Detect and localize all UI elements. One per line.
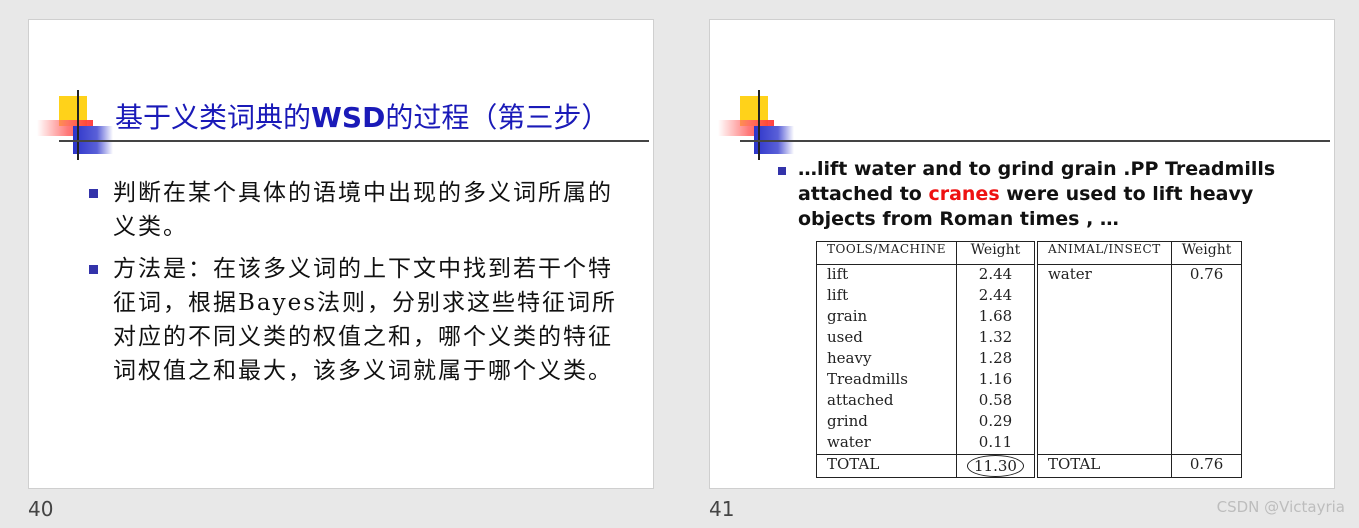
table-cell: 2.44 [956,286,1036,307]
col-header: Weight [956,241,1036,265]
table-cell [1170,412,1242,433]
page-number: 41 [709,497,735,521]
table-cell [1033,370,1172,391]
table-total-row: TOTAL 11.30 TOTAL 0.76 [816,454,1242,478]
table-cell [1033,307,1172,328]
weights-table: TOOLS/MACHINE Weight ANIMAL/INSECT Weigh… [816,241,1243,478]
table-row: grain 1.68 [817,307,1242,328]
table-header-row: TOOLS/MACHINE Weight ANIMAL/INSECT Weigh… [816,241,1242,265]
table-cell: water [1033,264,1172,286]
table-row: Treadmills 1.16 [817,370,1242,391]
table-cell [1033,391,1172,412]
col-header: ANIMAL/INSECT [1033,241,1172,265]
example-sentence: …lift water and to grind grain .PP Tread… [778,157,1318,232]
table-cell: attached [827,391,894,409]
table-cell: Treadmills [827,370,908,388]
table-cell [1033,349,1172,370]
table-cell: heavy [827,349,872,367]
table-cell: grind [827,412,868,430]
table-cell [1033,286,1172,307]
table-cell: 0.76 [1170,264,1242,286]
bullet-square-icon [778,167,786,175]
total-label: TOTAL [816,454,957,478]
total-value: 11.30 [956,454,1036,478]
table-cell: 0.11 [956,433,1036,455]
table-row: water 0.11 [817,433,1242,455]
bullet-item: 方法是：在该多义词的上下文中找到若干个特征词，根据Bayes法则，分别求这些特征… [89,252,629,388]
table-row: attached 0.58 [817,391,1242,412]
title-prefix: 基于义类词典的 [115,101,312,134]
bullet-list: 判断在某个具体的语境中出现的多义词所属的义类。 方法是：在该多义词的上下文中找到… [89,176,629,396]
col-header: TOOLS/MACHINE [816,241,957,265]
table-cell [1170,286,1242,307]
table-body: lift 2.44 water 0.76 lift 2.44 grain 1.68 used 1.… [817,264,1242,455]
table-cell [1170,391,1242,412]
bullet-text: 方法是：在该多义词的上下文中找到若干个特征词，根据Bayes法则，分别求这些特征… [113,256,618,384]
table-cell: lift [827,265,849,283]
table-cell [1170,370,1242,391]
table-cell: 2.44 [956,264,1036,286]
table-cell [1033,328,1172,349]
page-number: 40 [28,497,54,521]
table-row: lift 2.44 [817,286,1242,307]
table-cell [1170,433,1242,455]
table-row: heavy 1.28 [817,349,1242,370]
slide-40: 基于义类词典的WSD的过程（第三步） 判断在某个具体的语境中出现的多义词所属的义… [28,19,654,489]
table-cell [1033,412,1172,433]
table-cell: 1.68 [956,307,1036,328]
table-cell: used [827,328,863,346]
slide-41: …lift water and to grind grain .PP Tread… [709,19,1335,489]
table-cell [1033,433,1172,455]
table-cell: water [827,433,871,451]
slide-title: 基于义类词典的WSD的过程（第三步） [115,96,609,136]
table-cell: 0.58 [956,391,1036,412]
title-suffix: 的过程（第三步） [385,101,610,134]
total-value: 0.76 [1170,454,1242,478]
highlight-word: cranes [928,183,1000,205]
table-cell [1170,307,1242,328]
table-cell: 0.29 [956,412,1036,433]
bullet-square-icon [89,265,98,274]
bullet-item: 判断在某个具体的语境中出现的多义词所属的义类。 [89,176,629,244]
table-cell [1170,349,1242,370]
bullet-text: 判断在某个具体的语境中出现的多义词所属的义类。 [113,180,613,240]
table-cell: grain [827,307,868,325]
bullet-square-icon [89,189,98,198]
table-cell: 1.16 [956,370,1036,391]
table-cell: 1.32 [956,328,1036,349]
table-row: lift 2.44 water 0.76 [817,264,1242,286]
table-cell [1170,328,1242,349]
table-cell: 1.28 [956,349,1036,370]
watermark: CSDN @Victayria [1216,498,1345,516]
col-header: Weight [1170,241,1242,265]
table-row: grind 0.29 [817,412,1242,433]
title-rule [740,140,1330,142]
title-bold: WSD [311,101,386,134]
table-cell: lift [827,286,849,304]
table-row: used 1.32 [817,328,1242,349]
title-rule [59,140,649,142]
circled-total: 11.30 [967,455,1024,477]
total-label: TOTAL [1033,454,1172,478]
